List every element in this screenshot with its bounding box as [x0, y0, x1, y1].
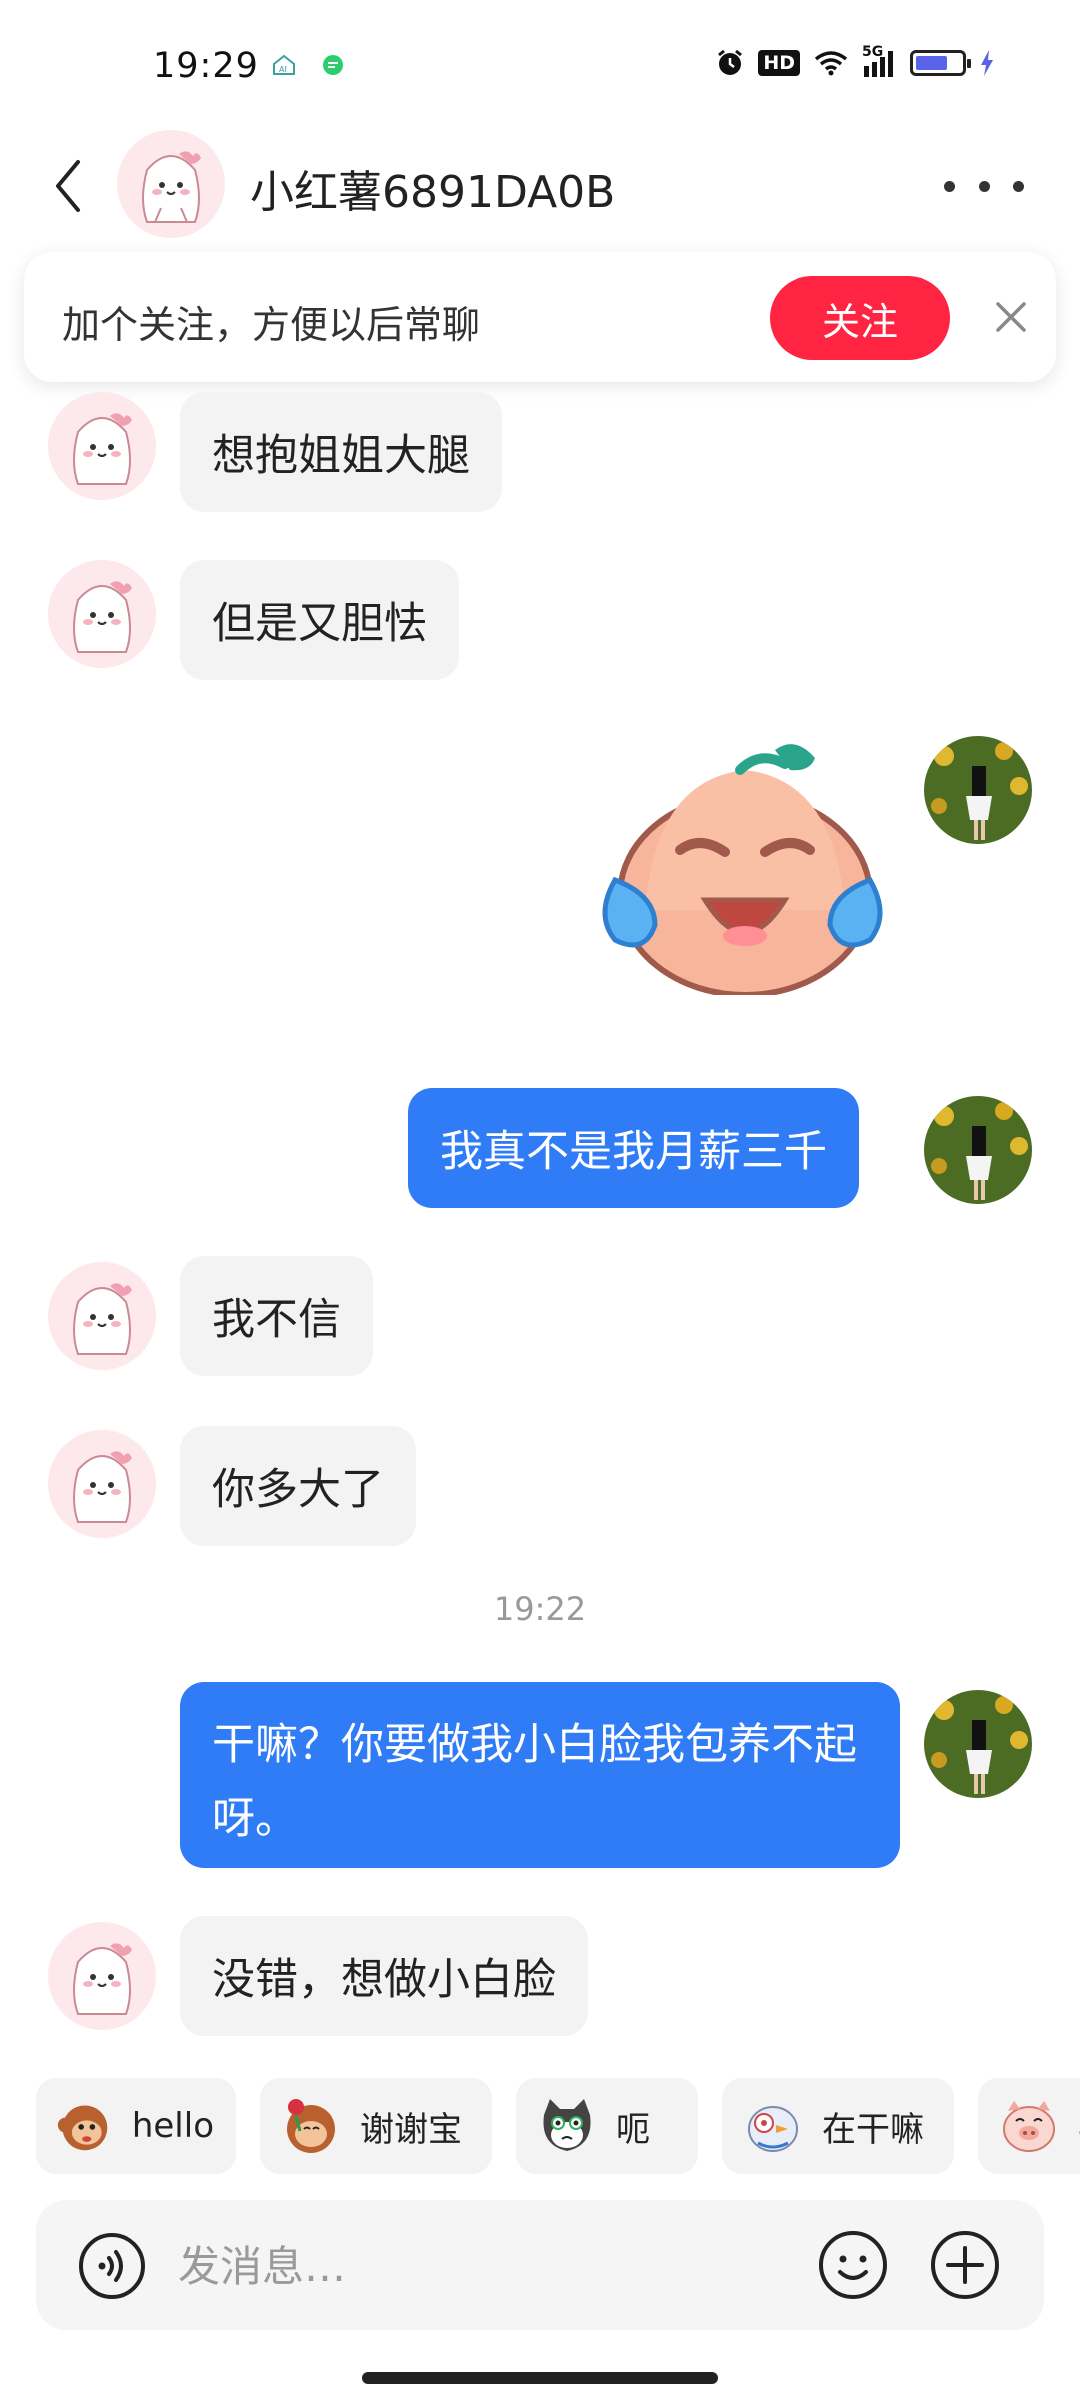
message-bubble-incoming[interactable]: 没错，想做小白脸 — [180, 1916, 588, 2036]
charging-bolt-icon — [981, 50, 993, 76]
quick-sticker-happy[interactable]: 喜 — [978, 2078, 1080, 2174]
my-avatar[interactable] — [924, 736, 1032, 844]
contact-avatar[interactable] — [48, 1430, 156, 1538]
quick-sticker-what-doing[interactable]: 在干嘛 — [722, 2078, 954, 2174]
quick-sticker-thanks[interactable]: 谢谢宝 — [260, 2078, 492, 2174]
back-button[interactable] — [48, 156, 88, 216]
contact-avatar[interactable] — [48, 1922, 156, 2030]
chat-header: 小红薯6891DA0B — [0, 120, 1080, 250]
message-bubble-incoming[interactable]: 想抱姐姐大腿 — [180, 392, 502, 512]
cat-sticker-icon — [543, 2099, 591, 2151]
more-dots-icon — [944, 180, 955, 192]
message-input[interactable] — [176, 2230, 820, 2302]
my-avatar[interactable] — [924, 1096, 1032, 1204]
chevron-left-icon — [56, 160, 80, 212]
message-timestamp: 19:22 — [493, 1590, 587, 1628]
follow-button[interactable]: 关注 — [770, 276, 950, 360]
wifi-icon — [814, 51, 848, 76]
alarm-icon — [718, 49, 743, 75]
follow-banner-text: 加个关注，方便以后常聊 — [62, 303, 481, 347]
message-bubble-incoming[interactable]: 我不信 — [180, 1256, 373, 1376]
quick-sticker-hello[interactable]: hello — [36, 2078, 236, 2174]
status-time: 19:29 — [153, 46, 259, 86]
message-app-icon — [323, 55, 343, 75]
cellular-signal-icon: 5G — [862, 44, 896, 78]
bird-sticker-icon — [748, 2106, 798, 2152]
battery-level — [916, 56, 947, 70]
quick-sticker-bar: hello 谢谢宝 呃 在干嘛 — [36, 2078, 1080, 2174]
message-bubble-incoming[interactable]: 你多大了 — [180, 1426, 416, 1546]
home-app-icon: AI — [273, 54, 295, 75]
contact-avatar[interactable] — [48, 560, 156, 668]
message-input-bar — [36, 2200, 1044, 2330]
follow-banner: 加个关注，方便以后常聊 关注 — [24, 252, 1056, 382]
pig-sticker-icon — [1003, 2101, 1055, 2152]
voice-icon[interactable] — [78, 2232, 146, 2300]
message-bubble-incoming[interactable]: 但是又胆怯 — [180, 560, 459, 680]
quick-sticker-label: 在干嘛 — [822, 2109, 924, 2150]
message-bubble-outgoing[interactable]: 干嘛？你要做我小白脸我包养不起呀。 — [180, 1682, 900, 1868]
quick-sticker-label: 呃 — [616, 2109, 650, 2150]
monkey-rose-sticker-icon — [287, 2099, 335, 2153]
svg-text:AI: AI — [279, 65, 287, 74]
close-icon[interactable] — [986, 292, 1036, 342]
contact-avatar[interactable] — [48, 392, 156, 500]
quick-sticker-label: 谢谢宝 — [360, 2109, 462, 2150]
quick-sticker-label: hello — [131, 2106, 214, 2146]
status-bar: 19:29 AI HD 5G — [0, 0, 1080, 120]
message-bubble-outgoing[interactable]: 我真不是我月薪三千 — [408, 1088, 859, 1208]
more-options-button[interactable] — [944, 166, 1024, 206]
contact-avatar[interactable] — [48, 1262, 156, 1370]
monkey-sticker-icon — [57, 2105, 108, 2151]
quick-sticker-uh[interactable]: 呃 — [516, 2078, 698, 2174]
contact-name: 小红薯6891DA0B — [250, 167, 616, 218]
contact-avatar[interactable] — [117, 130, 225, 238]
my-avatar[interactable] — [924, 1690, 1032, 1798]
smile-icon[interactable] — [818, 2230, 888, 2300]
laughing-crying-emoji[interactable] — [585, 740, 900, 995]
hd-badge: HD — [758, 50, 800, 76]
battery-icon — [910, 50, 971, 76]
home-indicator[interactable] — [362, 2372, 718, 2384]
plus-icon[interactable] — [930, 2230, 1000, 2300]
